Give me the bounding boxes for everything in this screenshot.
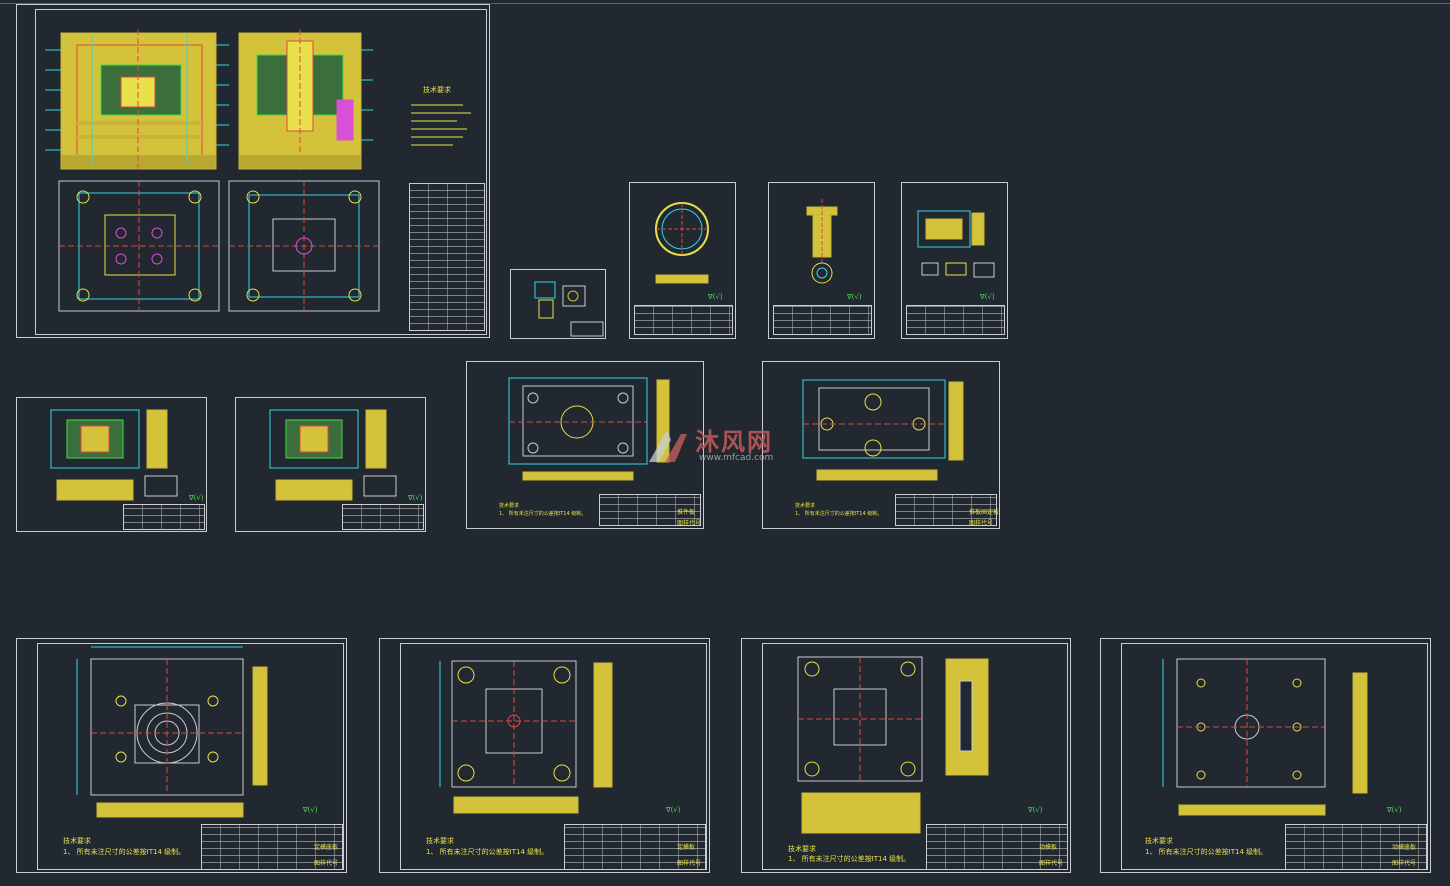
assembly-front-section — [60, 29, 217, 173]
assembly-plan-view-left — [58, 180, 220, 312]
part-sheet-small-1-graphics — [534, 281, 604, 337]
plate-d-roughness: ∇(√) — [1387, 806, 1402, 814]
plate-a-name: 定模座板 — [314, 844, 339, 851]
push-plate-name: 推件板 — [677, 509, 696, 516]
insert-roughness: ∇(√) — [980, 293, 995, 301]
assembly-plan-view-right — [228, 180, 380, 312]
cavity-2-roughness: ∇(√) — [408, 494, 423, 502]
part-sheet-cavity-2[interactable]: ∇(√) — [235, 397, 426, 532]
pin-roughness: ∇(√) — [847, 293, 862, 301]
plate-sheet-a[interactable]: ∇(√) 技术要求 1、 所有未注尺寸的公差按IT14 级制。 定模座板 图样代… — [16, 638, 347, 873]
watermark-name: 沐风网 — [695, 428, 773, 456]
part-sheet-ring[interactable]: ∇(√) — [629, 182, 736, 339]
push-holder-code: 图样代号 — [969, 520, 994, 527]
ring-roughness: ∇(√) — [708, 293, 723, 301]
plate-d-code: 图样代号 — [1392, 860, 1417, 867]
plate-a-notes-line: 1、 所有未注尺寸的公差按IT14 级制。 — [63, 848, 186, 856]
ring-title-block — [634, 305, 733, 335]
assembly-parts-list — [409, 183, 485, 331]
plate-b-notes-line: 1、 所有未注尺寸的公差按IT14 级制。 — [426, 848, 549, 856]
part-sheet-push-holder[interactable]: 技术要求 1、 所有未注尺寸的公差按IT14 级制。 推板固定板 图样代号 — [762, 361, 1000, 529]
assembly-notes-title: 技术要求 — [423, 86, 451, 94]
plate-c-code: 图样代号 — [1039, 860, 1064, 867]
cavity-1-roughness: ∇(√) — [189, 494, 204, 502]
plate-d-notes-title: 技术要求 — [1145, 837, 1173, 845]
pin-title-block — [773, 305, 872, 335]
plate-sheet-d[interactable]: ∇(√) 技术要求 1、 所有未注尺寸的公差按IT14 级制。 动模座板 图样代… — [1100, 638, 1431, 873]
plate-d-notes-line: 1、 所有未注尺寸的公差按IT14 级制。 — [1145, 848, 1268, 856]
push-holder-notes-line: 1、 所有未注尺寸的公差按IT14 级制。 — [795, 511, 883, 517]
assembly-drawing-sheet[interactable]: 技术要求 — [16, 4, 490, 338]
plate-b-code: 图样代号 — [677, 860, 702, 867]
plate-d-name: 动模座板 — [1392, 844, 1417, 851]
watermark-url: www.mfcad.com — [699, 453, 774, 463]
cavity-1-title-block — [123, 504, 205, 530]
part-sheet-cavity-1[interactable]: ∇(√) — [16, 397, 207, 532]
assembly-side-section — [238, 29, 362, 173]
insert-title-block — [906, 305, 1005, 335]
plate-a-notes-title: 技术要求 — [63, 837, 91, 845]
push-plate-code: 图样代号 — [677, 520, 702, 527]
push-holder-notes-title: 技术要求 — [795, 503, 816, 509]
plate-b-name: 定模板 — [677, 844, 696, 851]
cavity-2-title-block — [342, 504, 424, 530]
plate-c-notes-title: 技术要求 — [788, 845, 816, 853]
part-sheet-insert[interactable]: ∇(√) — [901, 182, 1008, 339]
plate-a-code: 图样代号 — [314, 860, 339, 867]
plate-c-notes-line: 1、 所有未注尺寸的公差按IT14 级制。 — [788, 855, 911, 863]
part-sheet-pin[interactable]: ∇(√) — [768, 182, 875, 339]
watermark-logo-icon — [649, 430, 687, 462]
plate-c-roughness: ∇(√) — [1028, 806, 1043, 814]
plate-sheet-b[interactable]: ∇(√) 技术要求 1、 所有未注尺寸的公差按IT14 级制。 定模板 图样代号 — [379, 638, 710, 873]
plate-b-roughness: ∇(√) — [666, 806, 681, 814]
plate-c-name: 动模板 — [1039, 844, 1058, 851]
push-plate-notes-line: 1、 所有未注尺寸的公差按IT14 级制。 — [499, 511, 587, 517]
assembly-notes-lines — [411, 104, 471, 146]
plate-b-notes-title: 技术要求 — [426, 837, 454, 845]
plate-a-roughness: ∇(√) — [303, 806, 318, 814]
plate-sheet-c[interactable]: ∇(√) 技术要求 1、 所有未注尺寸的公差按IT14 级制。 动模板 图样代号 — [741, 638, 1071, 873]
watermark: 沐风网 www.mfcad.com — [643, 420, 773, 470]
part-sheet-small-1[interactable] — [510, 269, 606, 339]
push-holder-name: 推板固定板 — [969, 509, 1000, 516]
push-plate-notes-title: 技术要求 — [499, 503, 520, 509]
